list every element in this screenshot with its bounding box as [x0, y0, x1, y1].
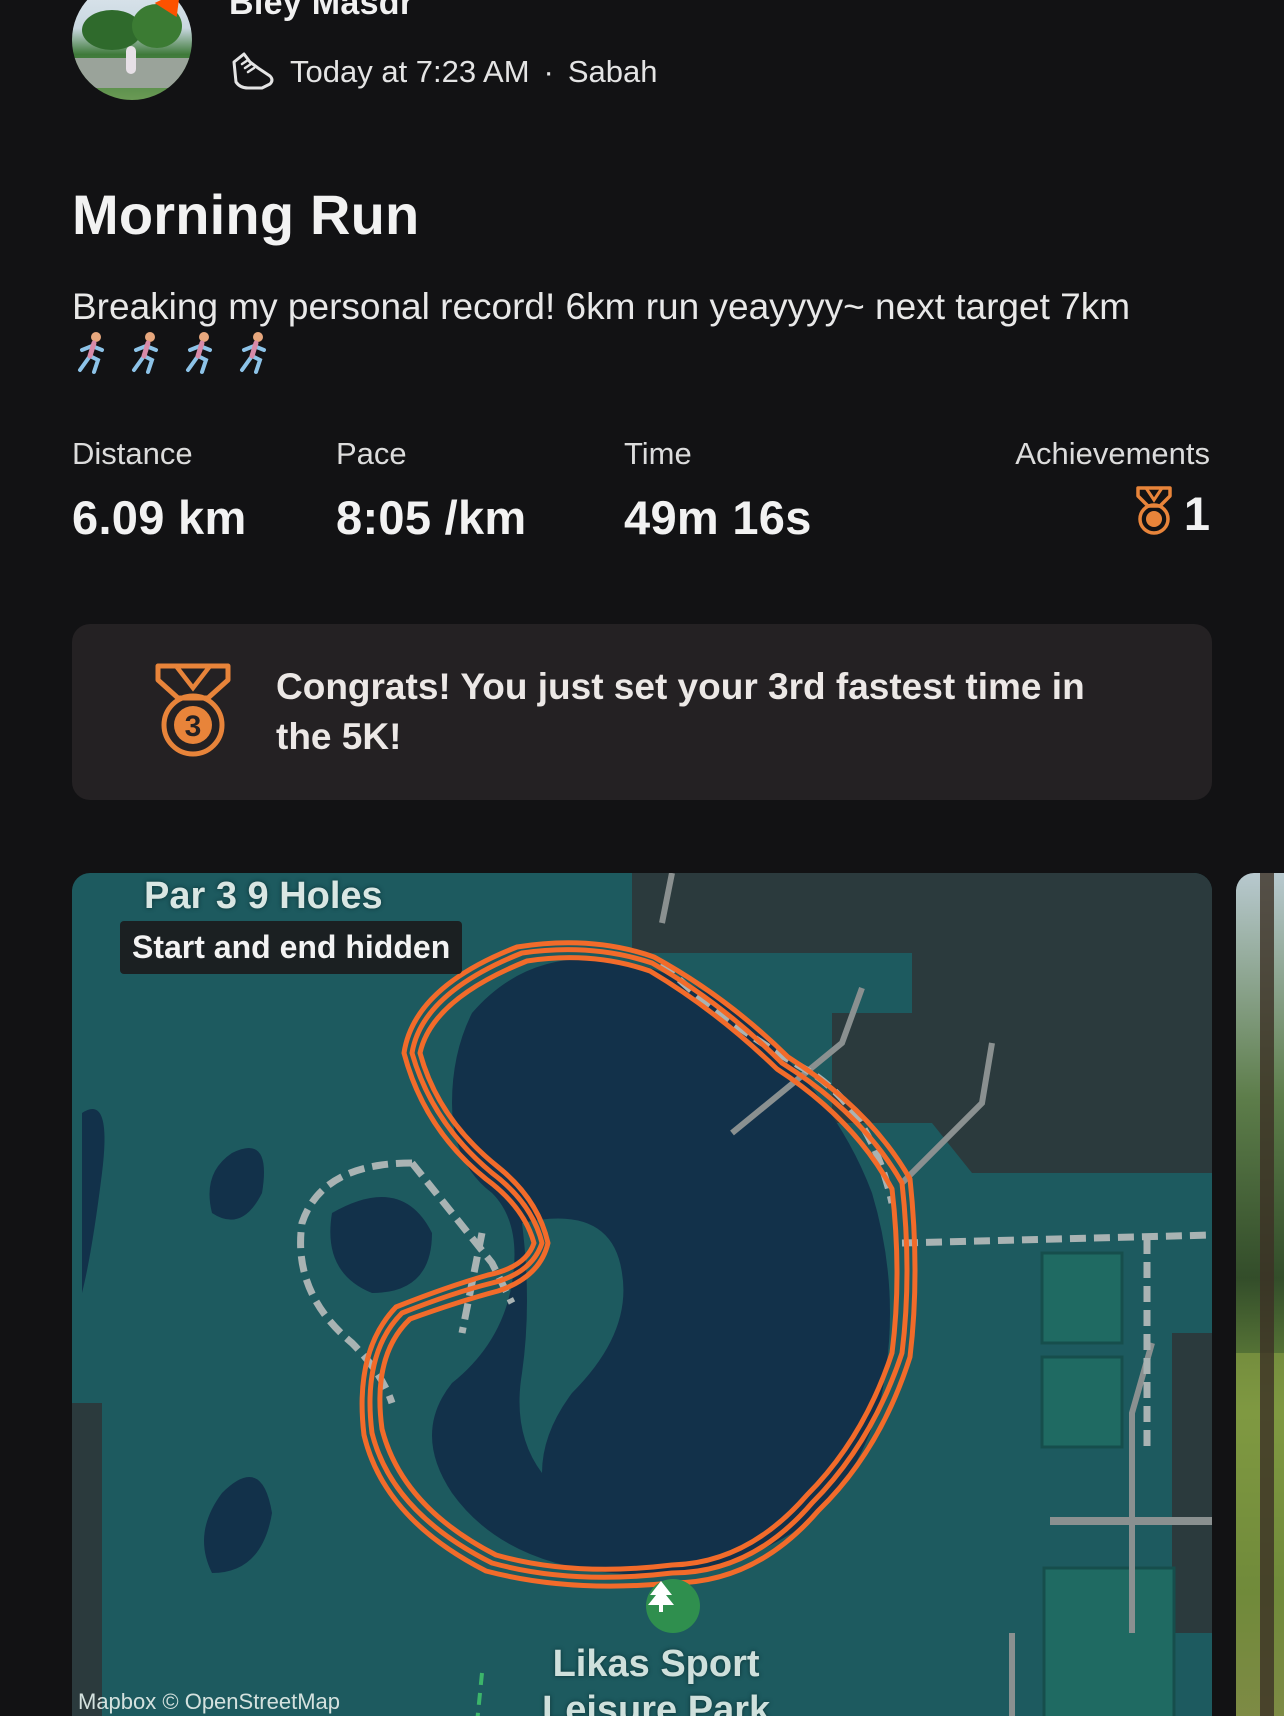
stat-distance-label: Distance — [72, 436, 193, 471]
park-tree-icon — [646, 1579, 700, 1633]
route-map[interactable]: Par 3 9 Holes Start and end hidden Likas… — [72, 873, 1212, 1716]
third-place-medal-icon: 3 — [152, 662, 234, 765]
stat-pace-label: Pace — [336, 436, 407, 471]
activity-description: Breaking my personal record! 6km run yea… — [72, 286, 1131, 327]
achievement-message: Congrats! You just set your 3rd fastest … — [276, 666, 1085, 757]
map-attribution[interactable]: Mapbox © OpenStreetMap — [78, 1689, 340, 1715]
runner-emoji-icon — [132, 332, 158, 374]
runner-emoji-icon — [78, 332, 104, 374]
activity-page: Biey Masdr Today at 7:23 AM · Sabah Morn… — [0, 0, 1284, 1716]
park-label-line2: Leisure Park — [542, 1689, 771, 1716]
description-emojis — [72, 330, 276, 376]
map-building — [72, 1403, 102, 1716]
stat-time-label: Time — [624, 436, 692, 471]
park-label-line1: Likas Sport — [552, 1643, 760, 1685]
map-field — [1040, 1355, 1124, 1449]
stat-pace: Pace 8:05 /km — [336, 436, 527, 545]
map-building — [1172, 1333, 1212, 1633]
activity-title[interactable]: Morning Run — [72, 182, 419, 247]
runner-emoji-icon — [240, 332, 266, 374]
activity-meta: Today at 7:23 AM · Sabah — [228, 50, 658, 94]
map-pond — [82, 1109, 105, 1293]
map-field — [1042, 1566, 1176, 1716]
stat-distance: Distance 6.09 km — [72, 436, 247, 545]
stat-distance-value: 6.09 km — [72, 491, 247, 544]
map-pond — [330, 1197, 432, 1293]
stat-achievements[interactable]: Achievements 1 — [1015, 436, 1210, 541]
privacy-badge: Start and end hidden — [120, 921, 463, 974]
stat-pace-value: 8:05 /km — [336, 491, 527, 544]
map-pond — [209, 1148, 264, 1220]
running-shoe-icon — [228, 50, 276, 94]
map-place-label: Par 3 9 Holes — [144, 875, 383, 917]
map-building — [832, 933, 1212, 1173]
map-park-label: Likas Sport Leisure Park — [542, 1641, 770, 1716]
activity-photo[interactable] — [1236, 873, 1284, 1716]
stat-achievements-value: 1 — [1183, 487, 1210, 540]
meta-separator: · — [543, 54, 554, 89]
stat-achievements-label: Achievements — [1015, 436, 1210, 471]
medal-rank-label: 3 — [185, 710, 202, 743]
map-field — [1040, 1251, 1124, 1345]
map-pond — [204, 1477, 272, 1573]
achievement-card[interactable]: 3 Congrats! You just set your 3rd fastes… — [72, 624, 1212, 800]
activity-location: Sabah — [567, 54, 658, 89]
runner-emoji-icon — [186, 332, 212, 374]
athlete-name[interactable]: Biey Masdr — [229, 0, 413, 23]
stat-time: Time 49m 16s — [624, 436, 812, 545]
map-canvas — [72, 873, 1212, 1716]
activity-timestamp: Today at 7:23 AM — [290, 54, 530, 89]
medal-icon — [1132, 486, 1176, 541]
stat-time-value: 49m 16s — [624, 491, 812, 544]
